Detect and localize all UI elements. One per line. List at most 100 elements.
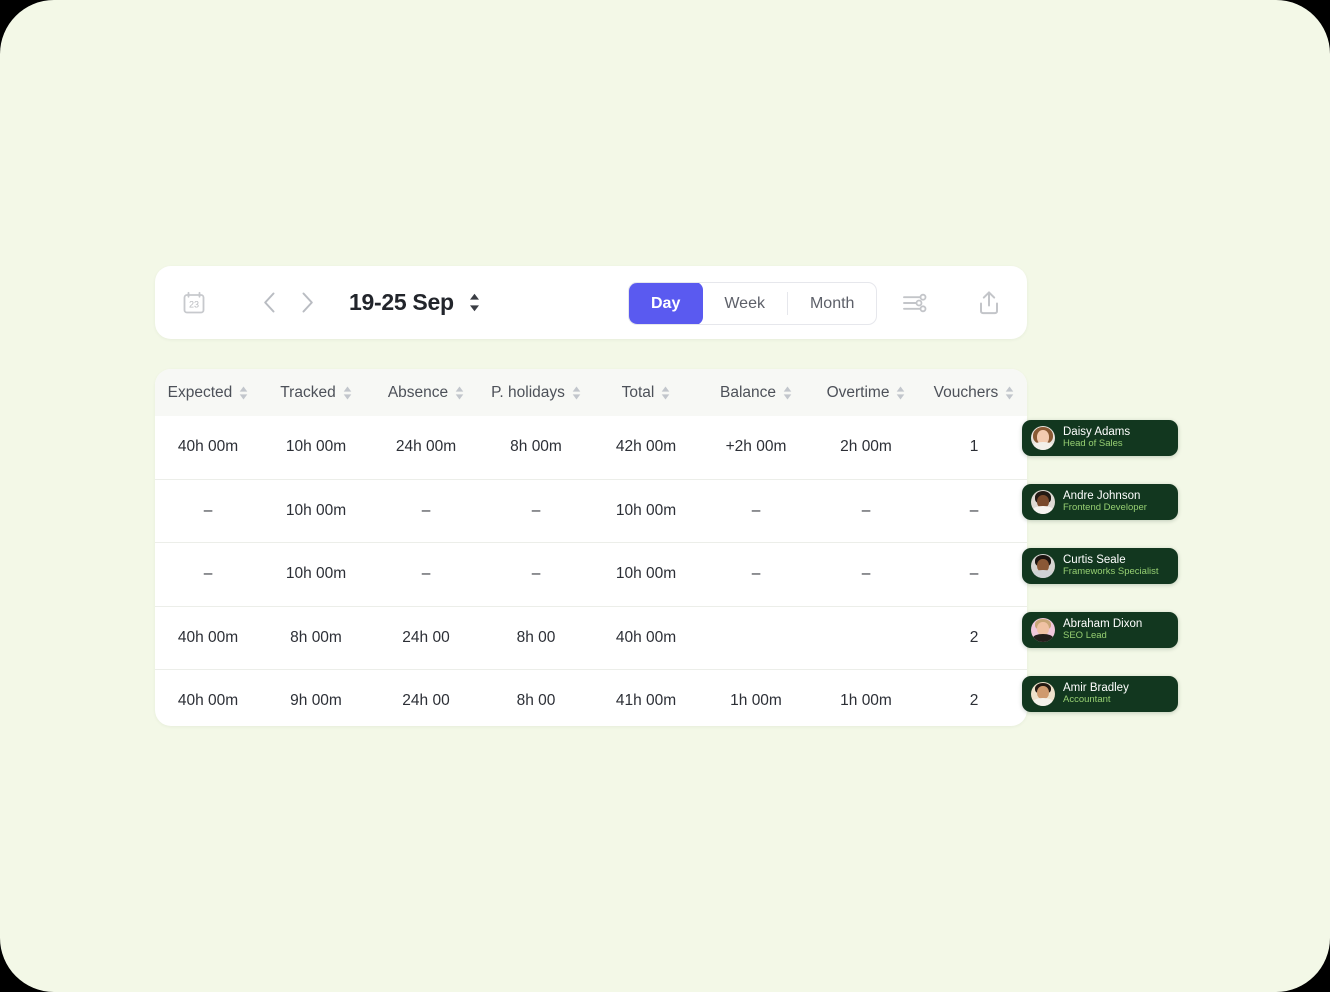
cell-total: 42h 00m — [615, 438, 677, 456]
avatar — [1031, 618, 1055, 642]
sort-icon — [455, 386, 464, 400]
export-button[interactable] — [974, 288, 1004, 318]
column-header-tracked[interactable]: Tracked — [261, 369, 371, 416]
cell-balance: – — [701, 478, 811, 543]
column-label-expected: Expected — [167, 383, 233, 401]
prev-period-button[interactable] — [257, 289, 281, 317]
chevron-left-icon — [263, 292, 274, 313]
employee-role: Accountant — [1063, 694, 1111, 706]
employee-badge[interactable]: Amir Bradley Accountant — [1022, 676, 1178, 712]
cell-public-holidays: 8h 00 — [481, 669, 591, 726]
cell-balance: – — [701, 542, 811, 606]
column-label-tracked: Tracked — [280, 383, 336, 401]
column-header-total[interactable]: Total — [591, 369, 701, 416]
view-mode-day[interactable]: Day — [629, 283, 704, 324]
sort-icon — [661, 386, 670, 400]
period-nav — [257, 289, 319, 317]
date-range-selector[interactable]: 19-25 Sep — [349, 289, 481, 316]
cell-tracked: 10h 00m — [285, 438, 347, 456]
cell-expected: – — [155, 478, 261, 543]
sort-icon — [1005, 386, 1014, 400]
column-label-overtime: Overtime — [826, 383, 890, 401]
column-header-balance[interactable]: Balance — [701, 369, 811, 416]
chevron-right-icon — [302, 292, 313, 313]
filter-settings-button[interactable] — [900, 288, 930, 318]
sort-icon — [572, 386, 581, 400]
cell-vouchers: – — [921, 478, 1027, 543]
cell-overtime: – — [811, 478, 921, 543]
sliders-icon — [903, 293, 927, 312]
column-header-overtime[interactable]: Overtime — [811, 369, 921, 416]
cell-absence: 24h 00m — [395, 438, 457, 456]
table-row[interactable]: – 10h 00m – – 10h 00m – – – — [155, 478, 1027, 543]
cell-overtime: 2h 00m — [840, 438, 892, 456]
column-header-vouchers[interactable]: Vouchers — [921, 369, 1027, 416]
toolbar-actions — [900, 266, 1004, 339]
cell-total: 40h 00m — [591, 605, 701, 670]
cell-vouchers: 2 — [921, 605, 1027, 670]
table-row[interactable]: 40h 00m 8h 00m 24h 00 8h 00 40h 00m 2 — [155, 605, 1027, 670]
employee-info: Abraham Dixon SEO Lead — [1063, 618, 1142, 642]
table-row[interactable]: 40h 00m 9h 00m 24h 00 8h 00 41h 00m 1h 0… — [155, 669, 1027, 726]
cell-absence: 24h 00 — [371, 669, 481, 726]
cell-tracked: 10h 00m — [261, 478, 371, 543]
column-label-balance: Balance — [719, 383, 776, 401]
cell-public-holidays: – — [481, 478, 591, 543]
cell-vouchers: 2 — [921, 669, 1027, 726]
timesheet-table: Expected Tracked Absence P. holidays Tot… — [155, 369, 1027, 726]
cell-total: 41h 00m — [591, 669, 701, 726]
cell-vouchers: – — [921, 542, 1027, 606]
column-label-absence: Absence — [387, 383, 449, 401]
cell-tracked: 8h 00m — [261, 605, 371, 670]
table-row[interactable]: 40h 00m 10h 00m 24h 00m 8h 00m 42h 00m +… — [155, 416, 1027, 479]
cell-expected: 40h 00m — [155, 669, 261, 726]
column-label-total: Total — [621, 383, 655, 401]
cell-absence: – — [371, 542, 481, 606]
sort-icon — [239, 386, 248, 400]
cell-overtime: 1h 00m — [811, 669, 921, 726]
employee-role: Head of Sales — [1063, 438, 1123, 450]
cell-absence: 24h 00 — [371, 605, 481, 670]
column-header-absence[interactable]: Absence — [371, 369, 481, 416]
table-header: Expected Tracked Absence P. holidays Tot… — [155, 369, 1027, 416]
cell-tracked: 9h 00m — [261, 669, 371, 726]
employee-badge[interactable]: Andre Johnson Frontend Developer — [1022, 484, 1178, 520]
column-header-public-holidays[interactable]: P. holidays — [481, 369, 591, 416]
sort-icon — [343, 386, 352, 400]
next-period-button[interactable] — [295, 289, 319, 317]
cell-balance: +2h 00m — [725, 438, 787, 456]
table-row[interactable]: – 10h 00m – – 10h 00m – – – — [155, 542, 1027, 606]
employee-badge[interactable]: Abraham Dixon SEO Lead — [1022, 612, 1178, 648]
avatar — [1031, 426, 1055, 450]
employee-badge[interactable]: Daisy Adams Head of Sales — [1022, 420, 1178, 456]
employee-info: Curtis Seale Frameworks Specialist — [1063, 554, 1159, 578]
cell-total: 10h 00m — [591, 542, 701, 606]
calendar-icon[interactable]: 23 — [175, 284, 213, 322]
cell-public-holidays: 8h 00 — [481, 605, 591, 670]
employee-badge[interactable]: Curtis Seale Frameworks Specialist — [1022, 548, 1178, 584]
view-mode-week[interactable]: Week — [702, 283, 787, 324]
table-header-row: Expected Tracked Absence P. holidays Tot… — [155, 369, 1027, 416]
column-header-expected[interactable]: Expected — [155, 369, 261, 416]
employee-info: Andre Johnson Frontend Developer — [1063, 490, 1147, 514]
cell-expected: 40h 00m — [155, 605, 261, 670]
employee-info: Amir Bradley Accountant — [1063, 682, 1129, 706]
cell-total: 10h 00m — [591, 478, 701, 543]
cell-public-holidays: 8h 00m — [510, 438, 562, 456]
timesheet-table-card: Expected Tracked Absence P. holidays Tot… — [155, 369, 1027, 726]
employee-role: Frontend Developer — [1063, 502, 1147, 514]
date-range-label: 19-25 Sep — [349, 289, 454, 315]
sort-icon — [896, 386, 905, 400]
calendar-day-number: 23 — [189, 299, 199, 309]
view-mode-month[interactable]: Month — [788, 283, 876, 324]
chevron-up-down-icon — [469, 293, 479, 312]
avatar — [1031, 682, 1055, 706]
employee-info: Daisy Adams Head of Sales — [1063, 426, 1130, 450]
cell-expected: 40h 00m — [177, 438, 239, 456]
cell-tracked: 10h 00m — [261, 542, 371, 606]
cell-public-holidays: – — [481, 542, 591, 606]
cell-expected: – — [155, 542, 261, 606]
cell-overtime — [811, 605, 921, 670]
avatar — [1031, 490, 1055, 514]
date-toolbar: 23 19-25 Sep Day Week Month — [155, 266, 1027, 339]
